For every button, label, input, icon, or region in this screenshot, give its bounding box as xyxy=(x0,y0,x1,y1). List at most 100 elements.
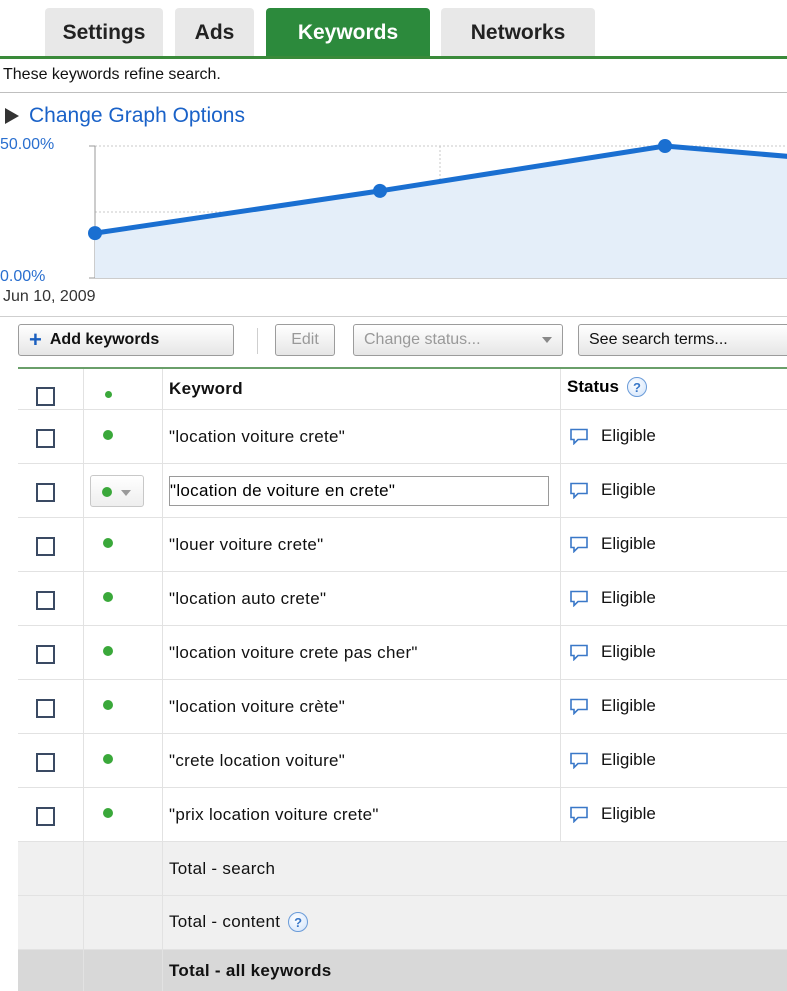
x-tick-first: Jun 10, 2009 xyxy=(3,288,96,305)
status-text: Eligible xyxy=(601,804,656,823)
tab-ads[interactable]: Ads xyxy=(175,8,254,57)
status-column-header[interactable]: Status xyxy=(567,377,619,397)
status-text: Eligible xyxy=(601,696,656,715)
checkbox-cell xyxy=(18,572,84,625)
keyword-toolbar: + Add keywords Edit Change status... See… xyxy=(0,324,787,360)
keyword-text: "prix location voiture crete" xyxy=(169,805,379,824)
status-dropdown[interactable] xyxy=(90,475,144,507)
tab-networks[interactable]: Networks xyxy=(441,8,595,57)
status-dot-cell xyxy=(84,734,163,787)
tab-keywords[interactable]: Keywords xyxy=(266,8,430,57)
data-point xyxy=(373,183,387,198)
status-cell: Eligible xyxy=(561,680,787,733)
divider xyxy=(0,316,787,317)
keyword-text: "location voiture crete" xyxy=(169,427,346,446)
status-dot-icon xyxy=(103,538,113,548)
keyword-cell: "louer voiture crete" xyxy=(163,518,561,571)
table-row: "location de voiture en crete" Eligible xyxy=(18,464,787,518)
table-row: "location voiture crète" Eligible xyxy=(18,680,787,734)
speech-bubble-icon[interactable] xyxy=(569,644,589,661)
row-checkbox[interactable] xyxy=(36,699,55,718)
expand-triangle-icon xyxy=(5,108,19,124)
status-cell: Eligible xyxy=(561,788,787,841)
add-keywords-label: Add keywords xyxy=(49,331,160,348)
status-text: Eligible xyxy=(601,480,656,499)
status-cell: Eligible xyxy=(561,464,787,517)
add-keywords-button[interactable]: + Add keywords xyxy=(18,324,234,356)
see-search-terms-button[interactable]: See search terms... xyxy=(578,324,787,356)
status-dot-icon xyxy=(103,646,113,656)
divider xyxy=(0,92,787,93)
keyword-text: "location voiture crète" xyxy=(169,697,346,716)
status-cell: Eligible xyxy=(561,572,787,625)
row-checkbox[interactable] xyxy=(36,429,55,448)
row-checkbox[interactable] xyxy=(36,807,55,826)
status-cell: Eligible xyxy=(561,626,787,679)
empty-cell xyxy=(18,950,84,991)
status-dot-icon xyxy=(103,592,113,602)
row-checkbox[interactable] xyxy=(36,483,55,502)
tab-underline xyxy=(0,56,787,59)
change-status-dropdown[interactable]: Change status... xyxy=(353,324,563,356)
table-row: "location voiture crete" Eligible xyxy=(18,410,787,464)
edit-button[interactable]: Edit xyxy=(275,324,335,356)
total-content-label: Total - content xyxy=(169,912,281,931)
empty-cell xyxy=(84,896,163,949)
keyword-cell: "crete location voiture" xyxy=(163,734,561,787)
keyword-cell: "prix location voiture crete" xyxy=(163,788,561,841)
status-dot-icon xyxy=(103,700,113,710)
table-row: "prix location voiture crete" Eligible xyxy=(18,788,787,842)
change-graph-options-label: Change Graph Options xyxy=(29,104,245,127)
table-row: "location voiture crete pas cher" Eligib… xyxy=(18,626,787,680)
y-tick-max: 50.00% xyxy=(0,136,55,153)
status-text: Eligible xyxy=(601,642,656,661)
chevron-down-icon xyxy=(542,337,552,343)
table-header-row: Keyword Status ? xyxy=(18,369,787,410)
speech-bubble-icon[interactable] xyxy=(569,806,589,823)
table-row: "location auto crete" Eligible xyxy=(18,572,787,626)
empty-cell xyxy=(84,842,163,895)
row-checkbox[interactable] xyxy=(36,645,55,664)
empty-cell xyxy=(18,896,84,949)
row-checkbox[interactable] xyxy=(36,753,55,772)
keyword-text: "location voiture crete pas cher" xyxy=(169,643,418,662)
status-dot-icon xyxy=(103,754,113,764)
row-checkbox[interactable] xyxy=(36,591,55,610)
status-text: Eligible xyxy=(601,750,656,769)
help-icon[interactable]: ? xyxy=(288,912,309,932)
speech-bubble-icon[interactable] xyxy=(569,428,589,445)
keyword-cell: "location de voiture en crete" xyxy=(163,464,561,517)
status-dot-icon xyxy=(103,430,113,440)
select-all-checkbox[interactable] xyxy=(36,387,55,406)
speech-bubble-icon[interactable] xyxy=(569,752,589,769)
header-status-dot-cell xyxy=(84,369,163,409)
table-row: "louer voiture crete" Eligible xyxy=(18,518,787,572)
keyword-edit-field[interactable]: "location de voiture en crete" xyxy=(169,476,549,506)
data-point xyxy=(88,226,102,241)
total-all-row: Total - all keywords xyxy=(18,950,787,991)
speech-bubble-icon[interactable] xyxy=(569,482,589,499)
checkbox-cell xyxy=(18,734,84,787)
speech-bubble-icon[interactable] xyxy=(569,698,589,715)
tab-settings[interactable]: Settings xyxy=(45,8,163,57)
checkbox-cell xyxy=(18,518,84,571)
checkbox-cell xyxy=(18,464,84,517)
speech-bubble-icon[interactable] xyxy=(569,590,589,607)
help-icon[interactable]: ? xyxy=(626,377,647,397)
keyword-column-header[interactable]: Keyword xyxy=(169,379,243,399)
status-dot-cell xyxy=(84,788,163,841)
row-checkbox[interactable] xyxy=(36,537,55,556)
change-graph-options-link[interactable]: Change Graph Options xyxy=(5,104,245,128)
status-text: Eligible xyxy=(601,426,656,445)
status-text: Eligible xyxy=(601,534,656,553)
keyword-cell: "location voiture crète" xyxy=(163,680,561,733)
total-label-cell: Total - all keywords xyxy=(163,950,561,991)
keyword-cell: "location voiture crete pas cher" xyxy=(163,626,561,679)
keyword-text: "location auto crete" xyxy=(169,589,327,608)
speech-bubble-icon[interactable] xyxy=(569,536,589,553)
status-cell: Eligible xyxy=(561,518,787,571)
keyword-cell: "location voiture crete" xyxy=(163,410,561,463)
total-label-cell: Total - content ? xyxy=(163,896,561,949)
status-dot-cell xyxy=(84,410,163,463)
keyword-text: "louer voiture crete" xyxy=(169,535,324,554)
